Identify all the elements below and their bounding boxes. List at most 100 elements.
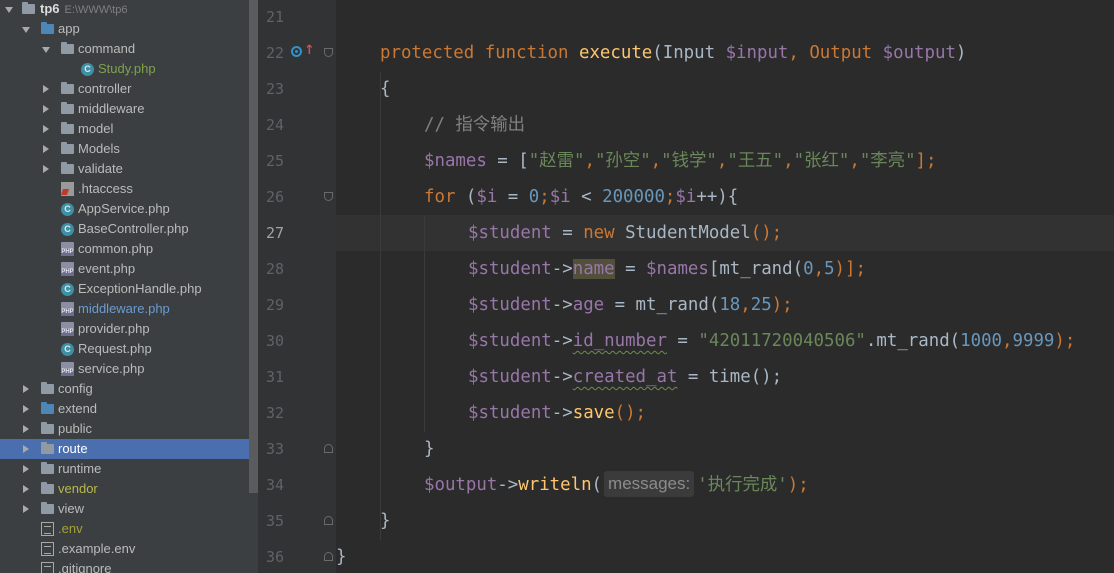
folder-icon (61, 162, 74, 174)
chevron-right-icon[interactable] (23, 385, 29, 393)
tree-item[interactable]: C BaseController.php (0, 219, 250, 239)
tree-item[interactable]: runtime (0, 459, 250, 479)
tree-item[interactable]: vendor (0, 479, 250, 499)
tree-item[interactable]: config (0, 379, 250, 399)
fold-marker-icon[interactable] (324, 516, 333, 525)
tree-item[interactable]: command (0, 39, 250, 59)
tree-item[interactable]: middleware.php (0, 299, 250, 319)
tree-scrollbar[interactable] (249, 0, 258, 493)
editor-gutter: 21 22 23 24 25 26 27 28 29 30 31 32 33 34 35 36 ↑ (258, 0, 336, 573)
tree-item-label: middleware (78, 101, 145, 116)
line-number: 29 (265, 296, 284, 314)
line-number: 24 (265, 116, 284, 134)
tree-item[interactable]: provider.php (0, 319, 250, 339)
tree-item[interactable]: model (0, 119, 250, 139)
code-line-33: } (424, 439, 435, 459)
folder-icon (41, 382, 54, 394)
chevron-right-icon[interactable] (43, 105, 49, 113)
chevron-down-icon[interactable] (22, 27, 30, 33)
code-editor[interactable]: protected function execute(Input $input,… (336, 0, 1114, 573)
tree-item[interactable]: extend (0, 399, 250, 419)
folder-icon (61, 102, 74, 114)
chevron-right-icon[interactable] (23, 405, 29, 413)
chevron-right-icon[interactable] (23, 485, 29, 493)
line-number: 21 (265, 8, 284, 26)
line-number: 22 (265, 44, 284, 62)
chevron-right-icon[interactable] (43, 85, 49, 93)
chevron-right-icon[interactable] (43, 125, 49, 133)
tree-item[interactable]: C ExceptionHandle.php (0, 279, 250, 299)
chevron-down-icon[interactable] (42, 47, 50, 53)
tree-item[interactable]: .env (0, 519, 250, 539)
folder-icon (41, 22, 54, 34)
tree-item[interactable]: validate (0, 159, 250, 179)
tree-item[interactable]: C Request.php (0, 339, 250, 359)
tree-item-label: model (78, 121, 114, 136)
tree-item[interactable]: C AppService.php (0, 199, 250, 219)
tree-item-label: middleware.php (78, 301, 170, 316)
chevron-right-icon[interactable] (43, 165, 49, 173)
tree-item-label: command (78, 41, 136, 56)
tree-item[interactable]: event.php (0, 259, 250, 279)
folder-icon (61, 142, 74, 154)
project-path: E:\WWW\tp6 (64, 4, 128, 16)
tree-item-label: provider.php (78, 321, 150, 336)
code-line-27: $student = new StudentModel(); (468, 223, 783, 243)
folder-icon (41, 482, 54, 494)
line-number: 23 (265, 80, 284, 98)
tree-item[interactable]: public (0, 419, 250, 439)
php-class-icon: C (81, 63, 94, 76)
fold-marker-icon[interactable] (324, 48, 333, 57)
fold-marker-icon[interactable] (324, 192, 333, 201)
tree-item[interactable]: .example.env (0, 539, 250, 559)
tree-item-label: controller (78, 81, 132, 96)
override-arrow-icon[interactable]: ↑ (304, 44, 315, 58)
php-file-icon (61, 262, 74, 276)
line-number: 33 (265, 440, 284, 458)
chevron-right-icon[interactable] (43, 145, 49, 153)
tree-item[interactable]: .gitignore (0, 559, 250, 573)
chevron-right-icon[interactable] (23, 425, 29, 433)
code-line-28: $student->name = $names[mt_rand(0,5)]; (468, 259, 866, 279)
folder-icon (61, 122, 74, 134)
tree-item[interactable]: view (0, 499, 250, 519)
line-number: 35 (265, 512, 284, 530)
tree-item-label: view (58, 501, 85, 516)
text-file-icon (41, 542, 54, 556)
chevron-down-icon[interactable] (5, 7, 13, 13)
tree-item-label: .htaccess (78, 181, 133, 196)
tree-item[interactable]: .htaccess (0, 179, 250, 199)
tree-item-label: route (58, 441, 88, 456)
tree-item-label: public (58, 421, 92, 436)
code-line-36: } (336, 547, 347, 567)
line-number: 28 (265, 260, 284, 278)
parameter-hint: messages: (604, 471, 695, 497)
chevron-right-icon[interactable] (23, 465, 29, 473)
tree-item[interactable]: common.php (0, 239, 250, 259)
line-number: 34 (265, 476, 284, 494)
code-line-26: for ($i = 0;$i < 200000;$i++){ (424, 187, 739, 207)
code-line-35: } (380, 511, 391, 531)
fold-marker-icon[interactable] (324, 552, 333, 561)
code-line-29: $student->age = mt_rand(18,25); (468, 295, 793, 315)
folder-icon (41, 422, 54, 434)
tree-root-tp6[interactable]: tp6 E:\WWW\tp6 (0, 0, 250, 19)
code-line-22: protected function execute(Input $input,… (380, 43, 967, 63)
tree-item[interactable]: route (0, 439, 250, 459)
tree-item[interactable]: controller (0, 79, 250, 99)
tree-item[interactable]: app (0, 19, 250, 39)
code-line-34: $output->writeln(messages: '执行完成'); (424, 467, 809, 503)
tree-item[interactable]: service.php (0, 359, 250, 379)
fold-marker-icon[interactable] (324, 444, 333, 453)
code-line-30: $student->id_number = "42011720040506".m… (468, 331, 1076, 351)
chevron-right-icon[interactable] (23, 445, 29, 453)
tree-item-label: Request.php (78, 341, 152, 356)
tree-item[interactable]: middleware (0, 99, 250, 119)
text-file-icon (41, 562, 54, 573)
chevron-right-icon[interactable] (23, 505, 29, 513)
tree-item-label: app (58, 21, 80, 36)
php-class-icon: C (61, 343, 74, 356)
implementation-marker-icon[interactable] (291, 46, 302, 57)
tree-item[interactable]: Models (0, 139, 250, 159)
tree-item[interactable]: C Study.php (0, 59, 250, 79)
